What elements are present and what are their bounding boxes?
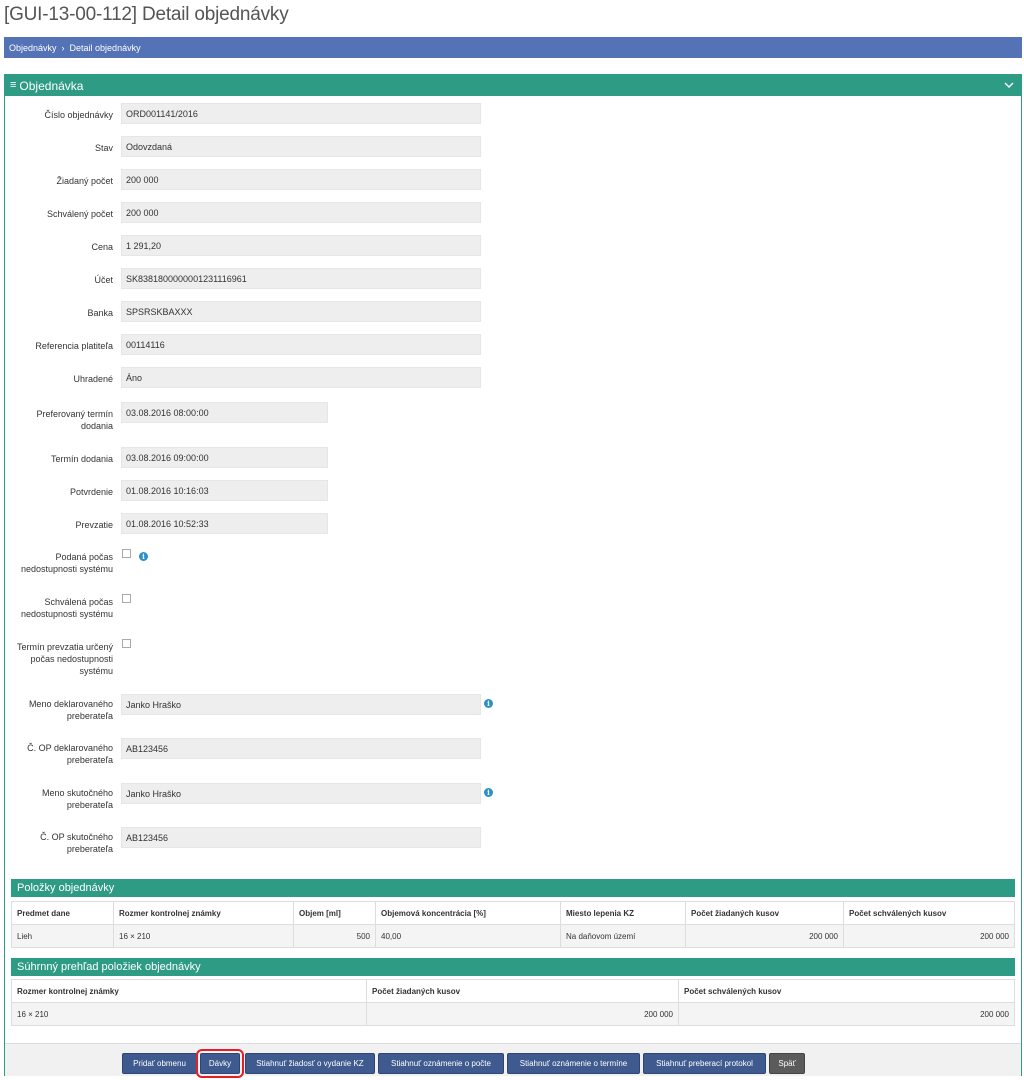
field-label: Uhradené xyxy=(73,374,113,384)
checkbox-label: Termín prevzatia určený počas nedostupno… xyxy=(16,642,113,676)
table-cell: 16 × 210 xyxy=(113,924,294,948)
approved-outage-checkbox[interactable] xyxy=(122,594,131,603)
summary-header: Súhrnný prehľad položiek objednávky xyxy=(11,958,1015,976)
payer-reference-field[interactable]: 00114116 xyxy=(121,334,481,355)
approved-count-field[interactable]: 200 000 xyxy=(121,202,481,223)
field-label: Schválený počet xyxy=(46,209,113,219)
chevron-down-icon[interactable] xyxy=(1003,79,1015,91)
field-label: Číslo objednávky xyxy=(44,110,113,120)
download-request-button[interactable]: Stiahnuť žiadosť o vydanie KZ xyxy=(245,1053,375,1074)
table-row[interactable]: 16 × 210 200 000 200 000 xyxy=(11,1002,1015,1026)
field-label: Potvrdenie xyxy=(69,487,113,497)
order-panel-header[interactable]: ≡ Objednávka xyxy=(5,75,1021,96)
table-cell: 200 000 xyxy=(366,1002,679,1026)
submitted-outage-checkbox[interactable] xyxy=(122,549,131,558)
column-header[interactable]: Predmet dane xyxy=(11,901,114,925)
field-label: Preferovaný termín dodania xyxy=(36,409,113,431)
order-panel: ≡ Objednávka Číslo objednávky ORD001141/… xyxy=(4,74,1022,1078)
pickup-outage-checkbox[interactable] xyxy=(122,639,131,648)
order-number-field[interactable]: ORD001141/2016 xyxy=(121,103,481,124)
field-label: Č. OP deklarovaného preberateľa xyxy=(27,743,113,765)
field-label: Stav xyxy=(94,143,113,153)
back-button[interactable]: Späť xyxy=(769,1053,805,1074)
requested-count-field[interactable]: 200 000 xyxy=(121,169,481,190)
download-date-notice-button[interactable]: Stiahnuť oznámenie o termíne xyxy=(507,1053,640,1074)
table-cell: 200 000 xyxy=(685,924,844,948)
field-label: Referencia platiteľa xyxy=(35,341,113,351)
field-label: Meno deklarovaného preberateľa xyxy=(28,699,113,721)
column-header[interactable]: Počet schválených kusov xyxy=(843,901,1015,925)
column-header[interactable]: Rozmer kontrolnej známky xyxy=(11,979,367,1003)
field-label: Účet xyxy=(94,275,113,285)
field-label: Žiadaný počet xyxy=(56,176,113,186)
declared-recipient-name-field[interactable]: Janko Hraško xyxy=(121,694,481,715)
bank-field[interactable]: SPSRSKBAXXX xyxy=(121,301,481,322)
order-items-header: Položky objednávky xyxy=(11,879,1015,897)
table-cell: 40,00 xyxy=(375,924,561,948)
info-icon[interactable]: i xyxy=(484,788,493,797)
delivery-date-field[interactable]: 03.08.2016 09:00:00 xyxy=(121,447,328,468)
field-label: Termín dodania xyxy=(50,454,113,464)
declared-recipient-id-field[interactable]: AB123456 xyxy=(121,738,481,759)
breadcrumb: Objednávky › Detail objednávky xyxy=(4,37,1022,58)
checkbox-label: Podaná počas nedostupnosti systému xyxy=(20,552,113,574)
column-header[interactable]: Počet žiadaných kusov xyxy=(366,979,679,1003)
account-field[interactable]: SK8381800000001231116961 xyxy=(121,268,481,289)
order-panel-title: Objednávka xyxy=(19,78,84,93)
field-label: Č. OP skutočného preberateľa xyxy=(40,832,113,854)
column-header[interactable]: Miesto lepenia KZ xyxy=(560,901,686,925)
column-header[interactable]: Objemová koncentrácia [%] xyxy=(375,901,561,925)
field-label: Cena xyxy=(91,242,113,252)
download-protocol-button[interactable]: Stiahnuť preberací protokol xyxy=(643,1053,766,1074)
add-exchange-button[interactable]: Pridať obmenu xyxy=(122,1053,197,1074)
table-cell: 200 000 xyxy=(843,924,1015,948)
table-cell: 16 × 210 xyxy=(11,1002,367,1026)
actual-recipient-id-field[interactable]: AB123456 xyxy=(121,827,481,848)
table-row[interactable]: Lieh 16 × 210 500 40,00 Na daňovom území… xyxy=(11,924,1015,948)
breadcrumb-link-orders[interactable]: Objednávky xyxy=(9,43,57,53)
breadcrumb-current: Detail objednávky xyxy=(69,42,141,53)
price-field[interactable]: 1 291,20 xyxy=(121,235,481,256)
paid-field[interactable]: Áno xyxy=(121,367,481,388)
action-bar: Pridať obmenu Dávky Stiahnuť žiadosť o v… xyxy=(5,1043,1021,1078)
info-icon[interactable]: i xyxy=(139,552,148,561)
table-cell: 500 xyxy=(293,924,376,948)
column-header[interactable]: Rozmer kontrolnej známky xyxy=(113,901,294,925)
order-items-table: Predmet dane Rozmer kontrolnej známky Ob… xyxy=(11,901,1015,948)
breadcrumb-separator: › xyxy=(61,42,65,53)
checkbox-label: Schválená počas nedostupnosti systému xyxy=(20,597,113,619)
table-cell: 200 000 xyxy=(678,1002,1015,1026)
hamburger-icon: ≡ xyxy=(10,79,17,91)
table-cell: Lieh xyxy=(11,924,114,948)
table-header-row: Rozmer kontrolnej známky Počet žiadaných… xyxy=(11,979,1015,1003)
column-header[interactable]: Objem [ml] xyxy=(293,901,376,925)
column-header[interactable]: Počet žiadaných kusov xyxy=(685,901,844,925)
info-icon[interactable]: i xyxy=(484,699,493,708)
field-label: Meno skutočného preberateľa xyxy=(41,788,113,810)
download-count-notice-button[interactable]: Stiahnuť oznámenie o počte xyxy=(378,1053,504,1074)
column-header[interactable]: Počet schválených kusov xyxy=(678,979,1015,1003)
state-field[interactable]: Odovzdaná xyxy=(121,136,481,157)
confirmation-field[interactable]: 01.08.2016 10:16:03 xyxy=(121,480,328,501)
table-cell: Na daňovom území xyxy=(560,924,686,948)
page-title: [GUI-13-00-112] Detail objednávky xyxy=(4,4,289,25)
field-label: Banka xyxy=(87,308,113,318)
pickup-field[interactable]: 01.08.2016 10:52:33 xyxy=(121,513,328,534)
batches-button[interactable]: Dávky xyxy=(196,1049,244,1078)
summary-table: Rozmer kontrolnej známky Počet žiadaných… xyxy=(11,979,1015,1026)
actual-recipient-name-field[interactable]: Janko Hraško xyxy=(121,783,481,804)
field-label: Prevzatie xyxy=(75,520,113,530)
preferred-delivery-field[interactable]: 03.08.2016 08:00:00 xyxy=(121,402,328,423)
table-header-row: Predmet dane Rozmer kontrolnej známky Ob… xyxy=(11,901,1015,925)
